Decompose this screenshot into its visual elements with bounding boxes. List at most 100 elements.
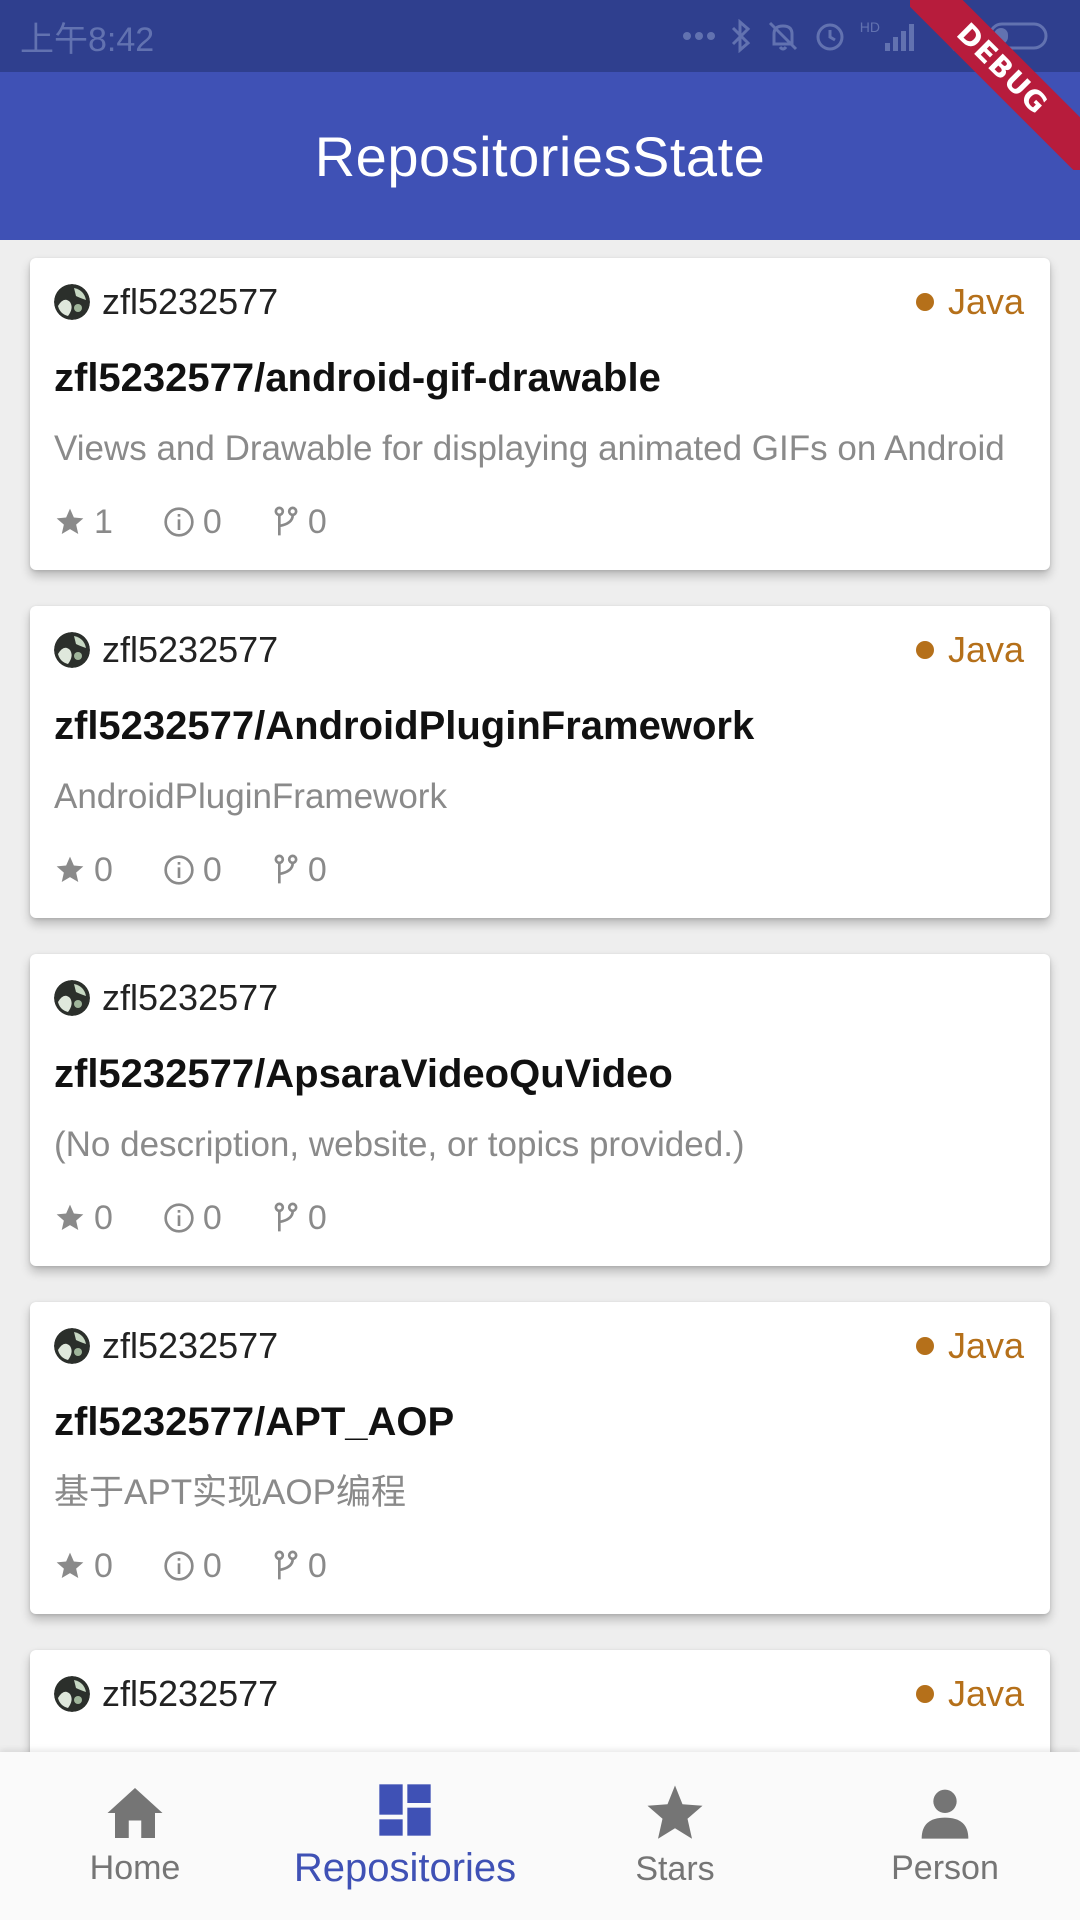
repository-name[interactable]: zfl5232577/ApsaraVideoQuVideo bbox=[54, 1052, 1024, 1096]
forks-count: 0 bbox=[307, 850, 327, 889]
star-icon bbox=[56, 508, 84, 534]
star-icon bbox=[647, 1785, 703, 1839]
app-bar: RepositoriesState bbox=[0, 72, 1080, 240]
issues-count: 0 bbox=[202, 502, 222, 541]
stars-stat: 1 bbox=[54, 503, 113, 542]
forks-stat: 0 bbox=[272, 503, 327, 542]
status-icons: HD bbox=[682, 19, 1060, 53]
stars-count: 0 bbox=[94, 1546, 113, 1585]
card-header: zfl5232577 Java bbox=[54, 1673, 1024, 1715]
star-icon bbox=[56, 1552, 84, 1578]
owner[interactable]: zfl5232577 bbox=[54, 1673, 278, 1715]
avatar bbox=[54, 1676, 90, 1712]
repository-description: Views and Drawable for displaying animat… bbox=[54, 429, 1005, 468]
card-header: zfl5232577 Java bbox=[54, 629, 1024, 671]
avatar-image-icon bbox=[54, 1328, 90, 1364]
nav-item-person[interactable]: Person bbox=[810, 1752, 1080, 1920]
owner-name: zfl5232577 bbox=[102, 281, 279, 322]
nav-label-repositories: Repositories bbox=[293, 1845, 517, 1890]
card-header: zfl5232577 bbox=[54, 977, 1024, 1019]
language-label: Java bbox=[947, 629, 1024, 670]
repository-list[interactable]: zfl5232577 Java zfl5232577/android-gif-d… bbox=[0, 240, 1080, 1752]
issues-count: 0 bbox=[202, 1546, 222, 1585]
repository-card[interactable]: zfl5232577 Java zfl5232577/android-gif-d… bbox=[30, 258, 1050, 570]
fork-icon bbox=[274, 506, 298, 536]
owner[interactable]: zfl5232577 bbox=[54, 977, 278, 1019]
fork-icon bbox=[274, 1550, 298, 1580]
notifications-off-icon bbox=[768, 21, 797, 51]
nav-label-person: Person bbox=[891, 1848, 999, 1887]
repository-card[interactable]: zfl5232577 Java bbox=[30, 1650, 1050, 1752]
page-title: RepositoriesState bbox=[314, 124, 766, 188]
forks-stat: 0 bbox=[272, 851, 327, 890]
home-icon bbox=[107, 1787, 163, 1838]
info-icon bbox=[164, 855, 194, 885]
owner-name: zfl5232577 bbox=[102, 1673, 279, 1714]
owner[interactable]: zfl5232577 bbox=[54, 1325, 278, 1367]
info-icon bbox=[164, 507, 194, 537]
language-badge: Java bbox=[915, 1325, 1024, 1367]
fork-icon bbox=[274, 854, 298, 884]
language-dot-icon bbox=[915, 1337, 934, 1355]
issues-stat: 0 bbox=[163, 503, 222, 542]
repository-card[interactable]: zfl5232577 Java zfl5232577/APT_AOP 基于APT… bbox=[30, 1302, 1050, 1614]
repository-card[interactable]: zfl5232577 zfl5232577/ApsaraVideoQuVideo… bbox=[30, 954, 1050, 1266]
star-icon bbox=[56, 856, 84, 882]
repository-stats: 0 0 0 bbox=[54, 848, 1024, 892]
stars-count: 1 bbox=[94, 502, 113, 541]
repository-description: 基于APT实现AOP编程 bbox=[54, 1473, 406, 1512]
avatar bbox=[54, 632, 90, 668]
alarm-icon bbox=[816, 23, 844, 51]
bottom-navigation: Home Repositories Stars Person bbox=[0, 1752, 1080, 1920]
nav-item-repositories[interactable]: Repositories bbox=[270, 1752, 540, 1920]
star-icon bbox=[56, 1204, 84, 1230]
language-dot-icon bbox=[915, 293, 934, 311]
stars-stat: 0 bbox=[54, 1547, 113, 1586]
nav-label-stars: Stars bbox=[635, 1849, 715, 1888]
avatar-image-icon bbox=[54, 1676, 90, 1712]
repository-name[interactable]: zfl5232577/AndroidPluginFramework bbox=[54, 704, 1024, 748]
stars-count: 0 bbox=[94, 850, 113, 889]
repository-stats: 0 0 0 bbox=[54, 1196, 1024, 1240]
owner[interactable]: zfl5232577 bbox=[54, 629, 278, 671]
repository-stats: 0 0 0 bbox=[54, 1544, 1024, 1588]
avatar bbox=[54, 980, 90, 1016]
owner-name: zfl5232577 bbox=[102, 629, 279, 670]
language-dot-icon bbox=[915, 641, 934, 659]
issues-stat: 0 bbox=[163, 1547, 222, 1586]
nav-item-home[interactable]: Home bbox=[0, 1752, 270, 1920]
more-dots-icon bbox=[682, 32, 715, 40]
nav-label-home: Home bbox=[89, 1848, 181, 1887]
battery-icon bbox=[988, 22, 1048, 50]
language-badge: Java bbox=[915, 629, 1024, 671]
wifi-icon bbox=[936, 24, 972, 51]
forks-count: 0 bbox=[307, 502, 327, 541]
stars-count: 0 bbox=[94, 1198, 113, 1237]
language-badge: Java bbox=[915, 281, 1024, 323]
repository-card[interactable]: zfl5232577 Java zfl5232577/AndroidPlugin… bbox=[30, 606, 1050, 918]
status-bar: 上午8:42 HD bbox=[0, 0, 1080, 72]
repository-name[interactable]: zfl5232577/APT_AOP bbox=[54, 1400, 1024, 1444]
forks-count: 0 bbox=[307, 1198, 327, 1237]
fork-icon bbox=[274, 1202, 298, 1232]
language-label: Java bbox=[947, 1325, 1024, 1366]
avatar-image-icon bbox=[54, 632, 90, 668]
language-label: Java bbox=[947, 281, 1024, 322]
dashboard-icon bbox=[379, 1783, 431, 1836]
forks-stat: 0 bbox=[272, 1547, 327, 1586]
card-header: zfl5232577 Java bbox=[54, 1325, 1024, 1367]
status-time: 上午8:42 bbox=[20, 20, 155, 59]
avatar bbox=[54, 284, 90, 320]
repository-name[interactable]: zfl5232577/android-gif-drawable bbox=[54, 356, 1024, 400]
language-badge: Java bbox=[915, 1673, 1024, 1715]
issues-count: 0 bbox=[202, 1198, 222, 1237]
person-icon bbox=[921, 1789, 969, 1839]
info-icon bbox=[164, 1203, 194, 1233]
issues-stat: 0 bbox=[163, 851, 222, 890]
card-header: zfl5232577 Java bbox=[54, 281, 1024, 323]
forks-stat: 0 bbox=[272, 1199, 327, 1238]
issues-count: 0 bbox=[202, 850, 222, 889]
owner[interactable]: zfl5232577 bbox=[54, 281, 278, 323]
nav-item-stars[interactable]: Stars bbox=[540, 1752, 810, 1920]
repository-description: AndroidPluginFramework bbox=[54, 777, 447, 816]
